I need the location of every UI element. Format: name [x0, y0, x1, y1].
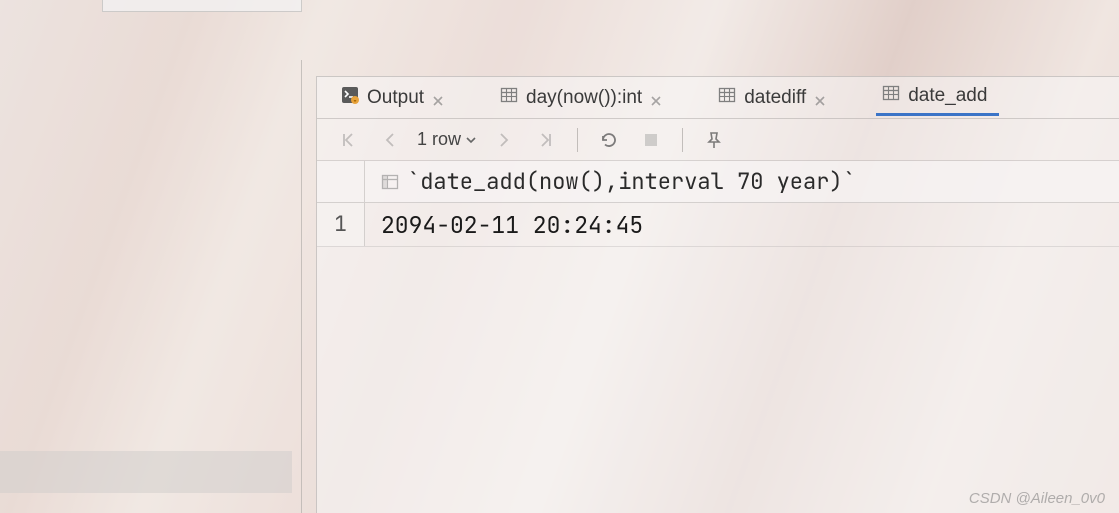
column-header[interactable]: `date_add(now(),interval 70 year)`	[365, 167, 856, 196]
prev-page-button[interactable]	[373, 123, 407, 157]
watermark: CSDN @Aileen_0v0	[969, 490, 1105, 507]
toolbar-separator	[577, 128, 578, 152]
tab-datediff[interactable]: datediff	[712, 82, 840, 114]
next-page-button[interactable]	[487, 123, 521, 157]
column-header-label: `date_add(now(),interval 70 year)`	[407, 167, 856, 196]
table-icon	[882, 84, 900, 108]
console-icon	[341, 86, 359, 110]
tab-label: date_add	[908, 85, 987, 107]
pin-button[interactable]	[697, 123, 731, 157]
close-icon[interactable]	[432, 91, 446, 105]
column-icon	[381, 173, 399, 191]
rownum-header	[317, 161, 365, 202]
sidebar-bottom-panel	[0, 451, 292, 493]
results-panel: Output day(now()):int	[316, 76, 1119, 513]
cell-value: 2094-02-11 20:24:45	[365, 210, 643, 240]
close-icon[interactable]	[650, 91, 664, 105]
row-number: 1	[317, 203, 365, 246]
toolbar-separator	[682, 128, 683, 152]
tab-dateadd[interactable]: date_add	[876, 80, 999, 116]
tabs-row: Output day(now()):int	[317, 77, 1119, 119]
table-icon	[500, 86, 518, 110]
chevron-down-icon	[465, 134, 477, 146]
first-page-button[interactable]	[331, 123, 365, 157]
sidebar-divider	[301, 60, 302, 513]
tab-label: day(now()):int	[526, 87, 642, 109]
tab-label: Output	[367, 87, 424, 109]
row-count-dropdown[interactable]: 1 row	[415, 129, 479, 150]
last-page-button[interactable]	[529, 123, 563, 157]
reload-button[interactable]	[592, 123, 626, 157]
left-sidebar	[0, 0, 302, 513]
tab-label: datediff	[744, 87, 806, 109]
grid-header-row: `date_add(now(),interval 70 year)`	[317, 161, 1119, 203]
stop-button[interactable]	[634, 123, 668, 157]
results-toolbar: 1 row	[317, 119, 1119, 161]
table-icon	[718, 86, 736, 110]
sidebar-top-strip	[102, 0, 302, 12]
row-count-label: 1 row	[417, 129, 461, 150]
tab-daynow[interactable]: day(now()):int	[494, 82, 676, 114]
table-row[interactable]: 1 2094-02-11 20:24:45	[317, 203, 1119, 247]
close-icon[interactable]	[814, 91, 828, 105]
tab-output[interactable]: Output	[335, 82, 458, 114]
